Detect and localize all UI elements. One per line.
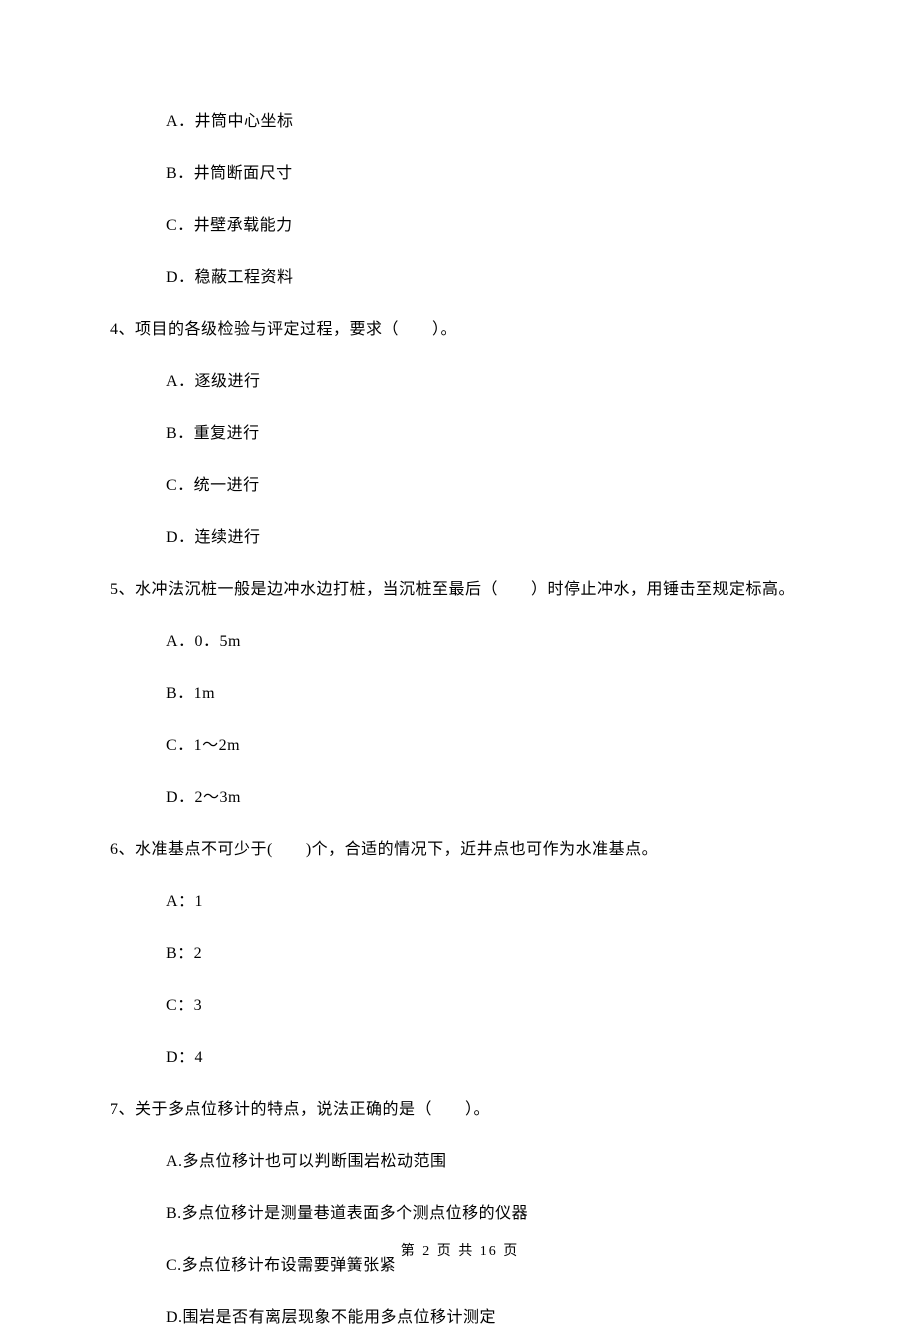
q4-text: 4、项目的各级检验与评定过程，要求（ ）。 bbox=[110, 318, 810, 342]
q4-option-a: A．逐级进行 bbox=[166, 370, 810, 394]
q5-text: 5、水冲法沉桩一般是边冲水边打桩，当沉桩至最后（ ）时停止冲水，用锤击至规定标高… bbox=[110, 578, 810, 602]
q7-option-a: A.多点位移计也可以判断围岩松动范围 bbox=[166, 1150, 810, 1174]
q4-option-c: C．统一进行 bbox=[166, 474, 810, 498]
q7-text: 7、关于多点位移计的特点，说法正确的是（ ）。 bbox=[110, 1098, 810, 1122]
q7-option-d: D.围岩是否有离层现象不能用多点位移计测定 bbox=[166, 1306, 810, 1330]
q6-text: 6、水准基点不可少于( )个，合适的情况下，近井点也可作为水准基点。 bbox=[110, 838, 810, 862]
q5-option-d: D．2～3m bbox=[166, 786, 810, 810]
q7-option-b: B.多点位移计是测量巷道表面多个测点位移的仪器 bbox=[166, 1202, 810, 1226]
q4-option-d: D．连续进行 bbox=[166, 526, 810, 550]
q3-option-a: A．井筒中心坐标 bbox=[166, 110, 810, 134]
page-footer: 第 2 页 共 16 页 bbox=[0, 1241, 920, 1262]
q6-option-c: C：3 bbox=[166, 994, 810, 1018]
q6-option-d: D：4 bbox=[166, 1046, 810, 1070]
q5-option-a: A．0．5m bbox=[166, 630, 810, 654]
q3-option-d: D．稳蔽工程资料 bbox=[166, 266, 810, 290]
q6-option-b: B：2 bbox=[166, 942, 810, 966]
q4-option-b: B．重复进行 bbox=[166, 422, 810, 446]
q3-option-c: C．井壁承载能力 bbox=[166, 214, 810, 238]
q3-option-b: B．井筒断面尺寸 bbox=[166, 162, 810, 186]
q6-option-a: A：1 bbox=[166, 890, 810, 914]
q5-option-b: B．1m bbox=[166, 682, 810, 706]
q5-option-c: C．1～2m bbox=[166, 734, 810, 758]
